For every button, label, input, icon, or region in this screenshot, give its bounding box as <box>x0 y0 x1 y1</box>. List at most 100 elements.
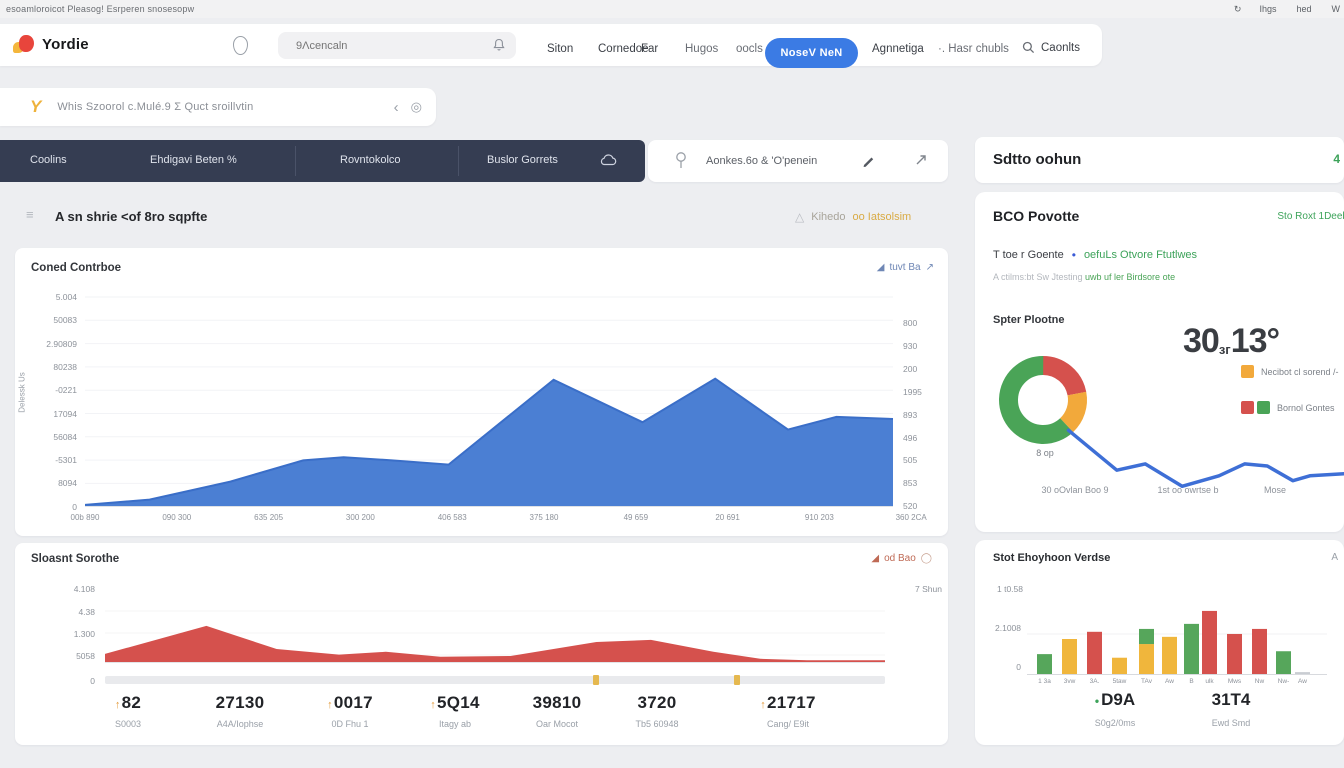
x-tick-label: 910 203 <box>784 513 854 522</box>
sessions-chart-link-label: od Bao <box>884 553 916 564</box>
stat-value: •D9A <box>1055 690 1175 710</box>
kpi-item[interactable]: ↑82S0003 <box>68 693 188 729</box>
page-alert[interactable]: △ Kihedo oo Iatsolsim <box>795 210 911 224</box>
legend-2-label: Bornol Gontes <box>1277 403 1335 413</box>
browser-menu-item[interactable]: Ihgs <box>1259 4 1276 14</box>
kpi-value: ↑82 <box>68 693 188 713</box>
y-tick-label: 4.38 <box>33 607 95 617</box>
chevron-left-icon[interactable]: ‹ <box>394 99 399 116</box>
summary-stat[interactable]: 31T4 Ewd Smd <box>1171 690 1291 728</box>
cloud-icon[interactable] <box>598 152 618 168</box>
legend-1-label: Necibot cl sorend /- <box>1261 367 1339 377</box>
y-tick-label: 4.108 <box>33 584 95 594</box>
summary-stat[interactable]: •D9AS0g2/0ms <box>1055 690 1175 728</box>
header-nav-item[interactable]: Hugos <box>685 43 718 55</box>
tab-divider <box>458 146 459 176</box>
bell-icon[interactable] <box>492 38 506 52</box>
kpi-caption: A4A/Iophse <box>180 719 300 729</box>
alert-text: oo Iatsolsim <box>853 211 912 223</box>
location-pin-icon[interactable] <box>233 36 248 55</box>
header-search-link[interactable]: Caonlts <box>1022 41 1080 54</box>
primary-action-button[interactable]: NoseV NeN <box>765 38 858 68</box>
bar-x-label: 3A. <box>1082 678 1108 685</box>
kpi-value: 27130 <box>180 693 300 713</box>
x-tick-label: 375 180 <box>509 513 579 522</box>
tab-divider <box>295 146 296 176</box>
header-nav-item[interactable]: Agnnetiga <box>872 43 924 55</box>
kpi-caption: Tb5 60948 <box>597 719 717 729</box>
y-tick-label: 8094 <box>19 478 77 488</box>
x-tick-label: 360 2CA <box>876 513 946 522</box>
stat-value: 31T4 <box>1171 690 1291 710</box>
daily-bar-chart[interactable] <box>1027 603 1327 675</box>
y-tick-label: 853 <box>903 478 943 488</box>
y-tick-label: 505 <box>903 455 943 465</box>
kpi-caption: 0D Fhu 1 <box>290 719 410 729</box>
counter-bar[interactable]: Y Whis Szoorol c.Mulé.9 Σ Quct sroillvti… <box>0 88 436 126</box>
report-tab[interactable]: Ehdigavi Beten % <box>150 154 237 166</box>
kpi-item[interactable]: ↑21717Cang/ E9it <box>728 693 848 729</box>
kpi-item[interactable]: 27130 A4A/Iophse <box>180 693 300 729</box>
report-tab[interactable]: Buslor Gorrets <box>487 154 558 166</box>
right-panel-action[interactable]: 4 <box>1333 152 1340 166</box>
kpi-item[interactable]: 3720Tb5 60948 <box>597 693 717 729</box>
right-panel-header: Sdtto oohun 4 <box>975 137 1344 183</box>
report-tab[interactable]: Coolins <box>30 154 67 166</box>
eco-card: BCO Povotte Sto Roxt 1Deeb T toe r Goent… <box>975 192 1344 532</box>
sessions-chart-link[interactable]: ◢ od Bao ◯ <box>871 553 932 564</box>
brand-name[interactable]: Yordie <box>42 36 89 53</box>
x-tick-label: 49 659 <box>601 513 671 522</box>
bar-x-label: ulk <box>1197 678 1223 685</box>
header-nav-item[interactable]: oocls <box>736 43 763 55</box>
refresh-icon[interactable]: ↻ <box>1234 4 1242 15</box>
report-tab[interactable]: Rovntokolco <box>340 154 401 166</box>
daily-bars-action[interactable]: A <box>1331 552 1338 563</box>
y-tick-label: 80238 <box>19 362 77 372</box>
browser-menu-item[interactable]: W <box>1332 4 1341 14</box>
trend-x-label: 30 oOvlan Boo 9 <box>1025 485 1125 495</box>
y-tick-label: -5301 <box>19 455 77 465</box>
selector-tick[interactable] <box>734 675 740 685</box>
circle-icon: ◯ <box>921 553 932 564</box>
browser-tab-title: esoamloroicot Pleasog! Esrperen snosesop… <box>6 4 194 14</box>
y-tick-label: 800 <box>903 318 943 328</box>
arrow-up-right-icon: ↗ <box>926 262 934 273</box>
big-metric-sub: зг <box>1219 342 1231 357</box>
stat-caption: Ewd Smd <box>1171 718 1291 728</box>
header-nav-item[interactable]: Siton <box>547 43 573 55</box>
range-selector[interactable] <box>105 676 885 684</box>
browser-controls: ↻ Ihgs hed W <box>1234 0 1340 18</box>
kpi-value: ↑0017 <box>290 693 410 713</box>
daily-bars-title: Stot Ehoyhoon Verdse <box>993 552 1110 564</box>
legend-orange-swatch <box>1241 365 1254 378</box>
x-tick-label: 406 583 <box>417 513 487 522</box>
brand-logo-icon[interactable] <box>13 35 35 55</box>
y-tick-label: 520 <box>903 501 943 511</box>
eco-link[interactable]: Sto Roxt 1Deeb <box>1277 211 1344 222</box>
edit-pencil-icon[interactable] <box>861 153 876 168</box>
header-nav-item[interactable]: ·. Hasr chubls <box>938 43 1009 55</box>
kpi-caption: Cang/ E9it <box>728 719 848 729</box>
eco-note-gray: A ctilms:bt Sw Jtesting <box>993 272 1085 282</box>
search-input[interactable] <box>294 39 458 53</box>
target-icon[interactable]: ◎ <box>411 99 422 115</box>
sessions-area-chart[interactable] <box>105 593 885 663</box>
y-tick-label: 50083 <box>19 315 77 325</box>
bar-x-label: 5taw <box>1107 678 1133 685</box>
eco-row-value[interactable]: oefuLs Otvore Ftutlwes <box>1084 249 1197 261</box>
up-arrow-icon: ↑ <box>327 699 333 711</box>
blue-dot-icon: • <box>1072 248 1076 262</box>
browser-menu-item[interactable]: hed <box>1296 4 1311 14</box>
visits-area-chart[interactable] <box>85 295 893 507</box>
selector-tick[interactable] <box>593 675 599 685</box>
expand-arrow-icon[interactable] <box>914 153 928 167</box>
header-nav-item[interactable]: Far <box>641 43 658 55</box>
trend-x-label: Mose <box>1225 485 1325 495</box>
y-tick-label: 17094 <box>19 409 77 419</box>
kpi-item[interactable]: ↑0017 0D Fhu 1 <box>290 693 410 729</box>
y-tick-label: 0 <box>981 662 1021 672</box>
report-tab-bar: Coolins Ehdigavi Beten % Rovntokolco Buslor… <box>0 140 645 182</box>
active-tab[interactable]: Aonkes.6o & 'O'penein <box>648 140 948 182</box>
big-metric-rest: 13° <box>1231 322 1279 360</box>
visits-chart-link[interactable]: ◢ tuvt Ba ↗ <box>877 262 934 273</box>
